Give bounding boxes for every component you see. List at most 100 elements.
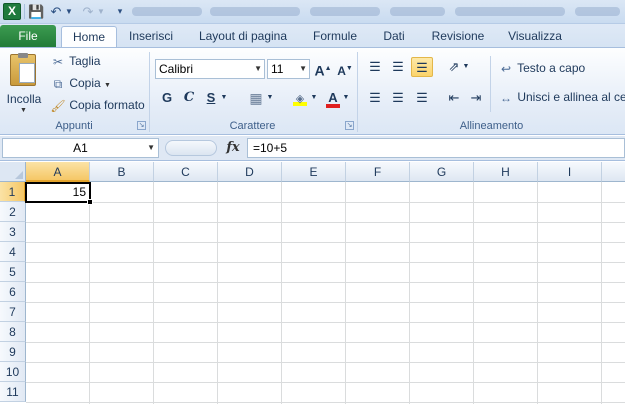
row-header-6[interactable]: 6 — [0, 282, 26, 302]
copy-icon: ⧉ — [53, 76, 63, 91]
grow-font-icon[interactable]: A▲ — [312, 59, 334, 79]
merge-center-button[interactable]: ↔ Unisci e allinea al centro — [498, 87, 625, 107]
copy-dropdown-icon: ▼ — [104, 82, 111, 89]
name-box-value: A1 — [73, 141, 88, 155]
decrease-indent-icon[interactable]: ⇤ — [443, 88, 465, 108]
blurred-title — [390, 7, 445, 16]
underline-dropdown-icon[interactable]: ▼ — [218, 88, 230, 108]
paste-dropdown-icon: ▼ — [20, 107, 27, 114]
tab-inserisci[interactable]: Inserisci — [121, 26, 181, 48]
bold-button[interactable]: G — [156, 88, 178, 108]
row-header-5[interactable]: 5 — [0, 262, 26, 282]
grid-line — [26, 402, 625, 403]
borders-dropdown-icon[interactable]: ▼ — [264, 88, 276, 108]
increase-indent-icon[interactable]: ⇥ — [465, 88, 487, 108]
row-header-2[interactable]: 2 — [0, 202, 26, 222]
italic-button[interactable]: C — [178, 88, 200, 108]
blurred-title — [310, 7, 380, 16]
tab-file[interactable]: File — [0, 25, 56, 48]
cut-button[interactable]: ✂ Taglia — [50, 51, 101, 71]
align-right-icon[interactable]: ☰ — [411, 88, 433, 108]
column-header-a[interactable]: A — [26, 162, 90, 182]
copy-label: Copia — [69, 76, 101, 90]
row-header-9[interactable]: 9 — [0, 342, 26, 362]
merge-center-label: Unisci e allinea al centro — [517, 90, 625, 104]
tab-home[interactable]: Home — [61, 26, 117, 48]
formula-input[interactable]: =10+5 — [247, 138, 625, 158]
paste-label: Incolla — [6, 92, 42, 106]
blurred-title — [575, 7, 620, 16]
customize-qat-icon[interactable]: ▾ — [114, 3, 126, 20]
save-icon[interactable]: 💾 — [28, 3, 44, 20]
format-painter-button[interactable]: 🖌 Copia formato — [50, 95, 145, 115]
font-size-value: 11 — [271, 62, 284, 76]
wrap-text-button[interactable]: ↩ Testo a capo — [498, 58, 585, 78]
align-left-icon[interactable]: ☰ — [364, 88, 386, 108]
column-header-h[interactable]: H — [474, 162, 538, 182]
tab-layout-di-pagina[interactable]: Layout di pagina — [189, 26, 297, 48]
grid-line — [345, 182, 346, 404]
excel-logo-icon[interactable]: X — [3, 3, 21, 20]
row-header-10[interactable]: 10 — [0, 362, 26, 382]
shrink-font-icon[interactable]: A▼ — [334, 59, 356, 79]
copy-button[interactable]: ⧉ Copia ▼ — [50, 73, 111, 93]
row-header-7[interactable]: 7 — [0, 302, 26, 322]
ribbon-tabs: File Home Inserisci Layout di pagina For… — [0, 24, 625, 48]
row-header-8[interactable]: 8 — [0, 322, 26, 342]
row-header-1[interactable]: 1 — [0, 182, 26, 202]
align-middle-icon[interactable]: ☰ — [387, 57, 409, 77]
paste-button[interactable]: Incolla ▼ — [4, 52, 44, 114]
column-header-i[interactable]: I — [538, 162, 602, 182]
formula-bar-resize-handle[interactable] — [165, 140, 217, 156]
row-header-3[interactable]: 3 — [0, 222, 26, 242]
name-box[interactable]: A1 ▼ — [2, 138, 159, 158]
group-label-appunti: Appunti — [55, 120, 93, 132]
format-painter-label: Copia formato — [69, 98, 145, 112]
fill-handle[interactable] — [87, 199, 93, 205]
group-label-allineamento: Allineamento — [459, 120, 524, 132]
worksheet-grid[interactable]: A B C D E F G H I 1 2 3 4 5 6 7 8 9 10 1… — [0, 162, 625, 404]
grid-line — [601, 182, 602, 404]
chevron-down-icon: ▼ — [299, 64, 307, 73]
column-header-g[interactable]: G — [410, 162, 474, 182]
orientation-dropdown-icon[interactable]: ▼ — [460, 57, 472, 77]
column-header-e[interactable]: E — [282, 162, 346, 182]
chevron-down-icon: ▼ — [254, 64, 262, 73]
font-launcher-icon[interactable]: ↘ — [345, 121, 354, 130]
align-top-icon[interactable]: ☰ — [364, 57, 386, 77]
undo-icon[interactable]: ↶ — [48, 3, 64, 20]
column-header-c[interactable]: C — [154, 162, 218, 182]
grid-line — [26, 342, 625, 343]
grid-line — [89, 182, 90, 404]
column-header-f[interactable]: F — [346, 162, 410, 182]
paste-icon — [10, 53, 36, 86]
undo-dropdown-icon[interactable]: ▼ — [64, 3, 74, 20]
column-header-b[interactable]: B — [90, 162, 154, 182]
tab-dati[interactable]: Dati — [370, 26, 418, 48]
align-center-icon[interactable]: ☰ — [387, 88, 409, 108]
column-header-partial[interactable] — [602, 162, 625, 182]
grid-line — [26, 222, 625, 223]
align-bottom-icon[interactable]: ☰ — [411, 57, 433, 77]
redo-dropdown-icon[interactable]: ▼ — [96, 3, 106, 20]
select-all-button[interactable] — [0, 162, 26, 182]
redo-icon[interactable]: ↷ — [80, 3, 96, 20]
insert-function-button[interactable]: fx — [225, 139, 241, 157]
row-header-11[interactable]: 11 — [0, 382, 26, 402]
font-name-combo[interactable]: Calibri ▼ — [155, 59, 265, 79]
font-size-combo[interactable]: 11 ▼ — [267, 59, 310, 79]
grid-line — [281, 182, 282, 404]
tab-visualizza[interactable]: Visualizza — [500, 26, 570, 48]
row-header-4[interactable]: 4 — [0, 242, 26, 262]
scissors-icon: ✂ — [52, 54, 64, 69]
column-header-d[interactable]: D — [218, 162, 282, 182]
fill-color-dropdown-icon[interactable]: ▼ — [308, 88, 320, 108]
grid-line — [26, 322, 625, 323]
clipboard-launcher-icon[interactable]: ↘ — [137, 121, 146, 130]
blurred-title — [132, 7, 202, 16]
tab-formule[interactable]: Formule — [305, 26, 365, 48]
font-name-value: Calibri — [159, 62, 194, 76]
tab-revisione[interactable]: Revisione — [424, 26, 492, 48]
font-color-dropdown-icon[interactable]: ▼ — [340, 88, 352, 108]
title-bar: X 💾 ↶ ▼ ↷ ▼ ▾ — [0, 0, 625, 24]
